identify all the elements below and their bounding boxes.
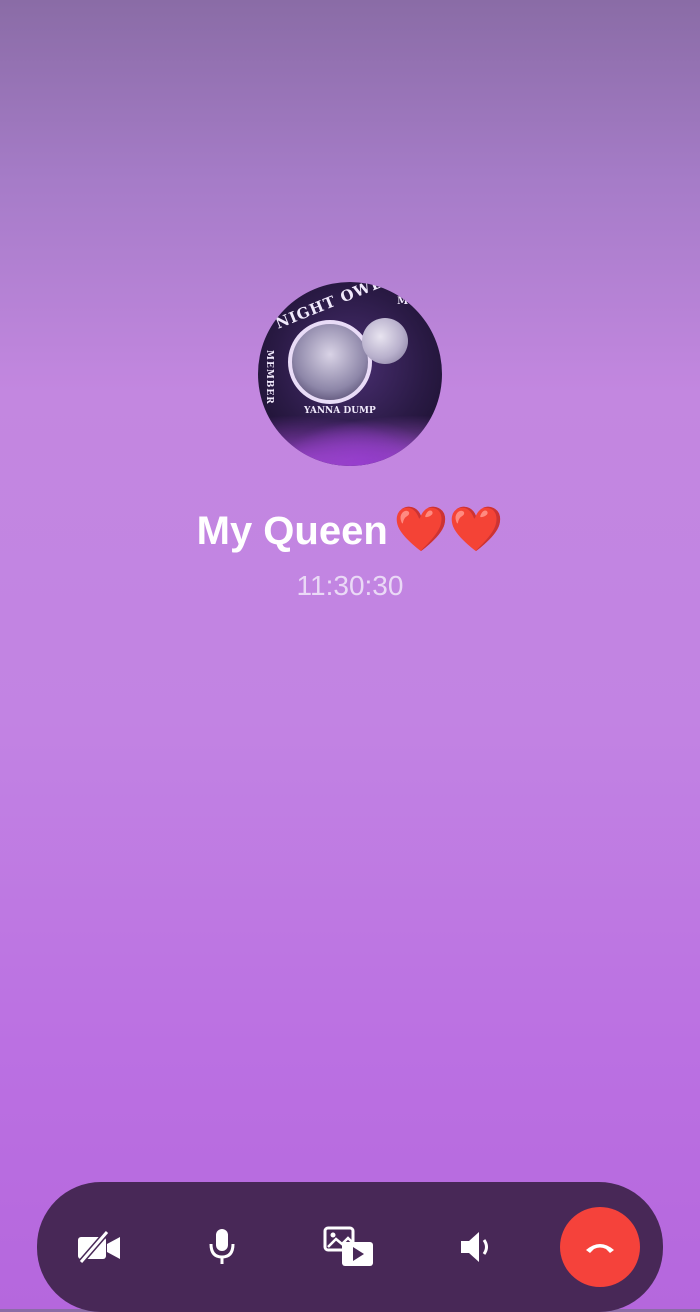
- screen-share-icon: [323, 1226, 373, 1266]
- screen-share-button[interactable]: [321, 1216, 377, 1278]
- microphone-icon: [209, 1229, 235, 1264]
- caller-avatar: NIGHT OWL MON MEMBER YANNA DUMP: [258, 282, 442, 466]
- speaker-icon: [461, 1232, 488, 1262]
- call-duration: 11:30:30: [296, 570, 404, 601]
- mute-button[interactable]: [194, 1216, 250, 1278]
- avatar-side-text: MEMBER: [264, 350, 274, 405]
- avatar-corner-text: MON: [397, 296, 426, 307]
- end-call-button[interactable]: [560, 1207, 640, 1287]
- avatar-photo-ring: [288, 320, 372, 404]
- call-controls-bar: [37, 1182, 663, 1312]
- moon-icon: [362, 318, 408, 364]
- caller-name: My Queen ❤️❤️: [0, 503, 700, 558]
- avatar-name-plate: YANNA DUMP: [304, 406, 376, 416]
- heart-emoji: ❤️❤️: [393, 504, 504, 555]
- speaker-button[interactable]: [450, 1216, 506, 1278]
- toggle-video-button[interactable]: [71, 1216, 127, 1278]
- end-call-icon: [586, 1244, 614, 1253]
- video-off-icon: [78, 1230, 120, 1264]
- caller-name-text: My Queen: [196, 509, 388, 553]
